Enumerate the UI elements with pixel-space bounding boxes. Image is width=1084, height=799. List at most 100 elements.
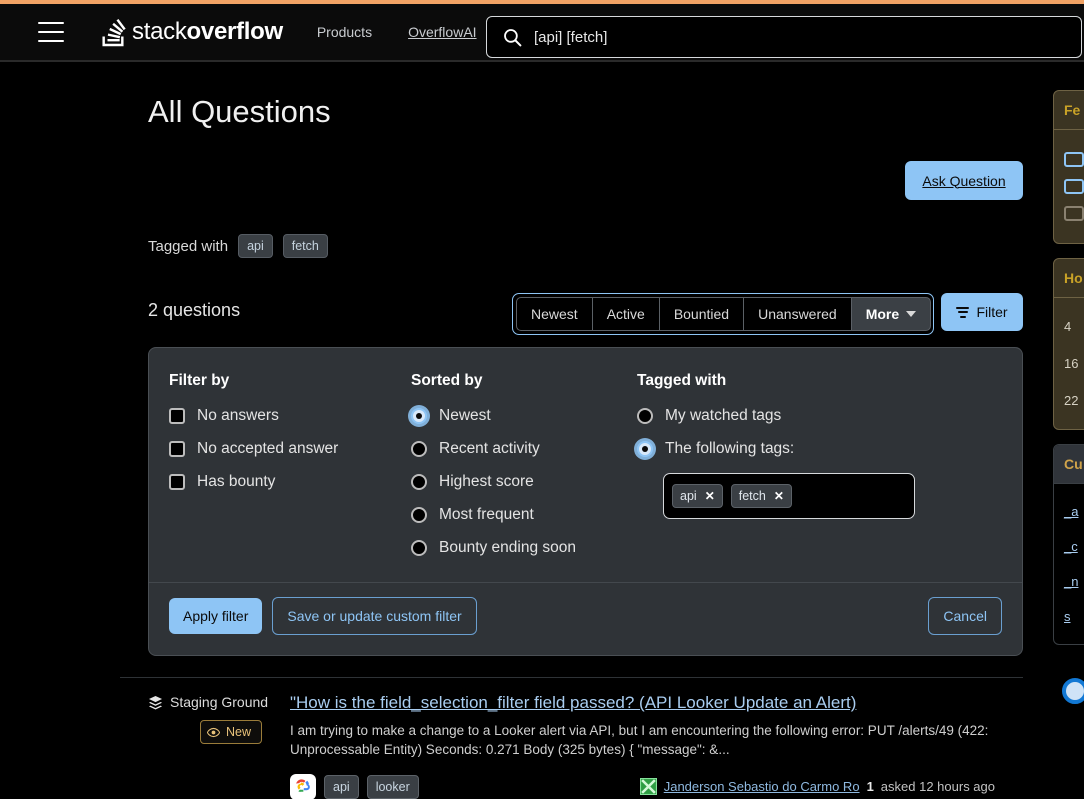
- radio-icon: [411, 507, 427, 523]
- custom-filters-card: Cu _a _c _n s: [1053, 444, 1084, 645]
- nav-products[interactable]: Products: [313, 18, 376, 46]
- radio-most-frequent-label: Most frequent: [439, 506, 534, 523]
- summary-tag-api[interactable]: api: [238, 234, 273, 258]
- hot-network-card-title: Ho: [1054, 259, 1084, 298]
- site-header: stackoverflow Products OverflowAI [api] …: [0, 4, 1084, 62]
- question-tag-looker[interactable]: looker: [366, 774, 419, 799]
- page-title: All Questions: [148, 94, 331, 129]
- apply-filter-button[interactable]: Apply filter: [169, 598, 263, 634]
- author-reputation: 1: [866, 779, 874, 795]
- comment-bubble-icon[interactable]: [1064, 179, 1084, 194]
- radio-newest[interactable]: Newest: [411, 407, 637, 425]
- avatar[interactable]: [639, 778, 657, 796]
- checkbox-icon: [169, 408, 185, 424]
- tab-newest[interactable]: Newest: [516, 297, 593, 331]
- close-icon[interactable]: ✕: [705, 490, 715, 502]
- checkbox-icon: [169, 441, 185, 457]
- save-custom-filter-button[interactable]: Save or update custom filter: [272, 597, 477, 635]
- summary-tag-fetch[interactable]: fetch: [282, 234, 328, 258]
- radio-recent-activity[interactable]: Recent activity: [411, 440, 637, 458]
- checkbox-no-accepted-answer[interactable]: No accepted answer: [169, 440, 411, 458]
- question-tag-list: api looker: [290, 773, 419, 799]
- radio-most-frequent[interactable]: Most frequent: [411, 506, 637, 524]
- question-meta-left: Staging Ground New: [148, 688, 290, 799]
- question-footer: api looker Janderson Sebastio do Carmo R…: [290, 773, 995, 799]
- tagged-with-title: Tagged with: [637, 372, 727, 389]
- filter-button[interactable]: Filter: [941, 293, 1023, 331]
- hot-network-row[interactable]: 22: [1064, 382, 1084, 419]
- nav-overflow-ai[interactable]: OverflowAI: [404, 18, 480, 46]
- radio-following-tags-label: The following tags:: [665, 440, 795, 457]
- comment-bubble-icon[interactable]: [1064, 152, 1084, 167]
- question-title-link[interactable]: "How is the field_selection_filter field…: [290, 692, 856, 713]
- logo-word-overflow: overflow: [186, 18, 284, 45]
- sort-tab-bar: Newest Active Bountied Unanswered More: [512, 293, 935, 335]
- checkbox-no-answers[interactable]: No answers: [169, 407, 411, 425]
- sorted-by-column: Sorted by Newest Recent activity Highest…: [411, 372, 637, 572]
- staging-ground-label: Staging Ground: [170, 694, 269, 710]
- hamburger-icon[interactable]: [38, 22, 64, 42]
- custom-filter-link[interactable]: _a: [1064, 494, 1084, 529]
- tab-bountied[interactable]: Bountied: [658, 297, 745, 331]
- sorted-by-title: Sorted by: [411, 372, 483, 389]
- question-body: "How is the field_selection_filter field…: [290, 688, 995, 799]
- stackoverflow-logo[interactable]: stackoverflow: [100, 17, 283, 47]
- question-excerpt: I am trying to make a change to a Looker…: [290, 723, 989, 758]
- question-list-item: Staging Ground New "How is the field_sel…: [120, 678, 1023, 799]
- cancel-button[interactable]: Cancel: [928, 597, 1002, 635]
- filter-by-title: Filter by: [169, 372, 230, 389]
- checkbox-no-accepted-answer-label: No accepted answer: [197, 440, 339, 457]
- custom-filter-link[interactable]: _n: [1064, 564, 1084, 599]
- question-count: 2 questions: [148, 300, 241, 320]
- ask-question-button[interactable]: Ask Question: [905, 161, 1023, 200]
- custom-filters-card-title: Cu: [1054, 445, 1084, 484]
- radio-following-tags[interactable]: The following tags:: [637, 440, 937, 458]
- radio-my-watched-tags-label: My watched tags: [665, 407, 782, 424]
- tab-more[interactable]: More: [850, 297, 932, 331]
- hot-network-row[interactable]: 4: [1064, 308, 1084, 345]
- tab-unanswered[interactable]: Unanswered: [743, 297, 852, 331]
- filter-by-column: Filter by No answers No accepted answer …: [169, 372, 411, 572]
- stackoverflow-logo-icon: [102, 18, 126, 47]
- close-icon[interactable]: ✕: [774, 490, 784, 502]
- tag-token-fetch[interactable]: fetch ✕: [730, 484, 792, 508]
- checkbox-icon: [169, 474, 185, 490]
- tagged-with-label: Tagged with: [148, 237, 229, 255]
- right-sidebar: Fe Ho 4 16 22 Cu _a _c _n s: [1053, 90, 1084, 659]
- hot-network-row[interactable]: 16: [1064, 345, 1084, 382]
- checkbox-has-bounty-label: Has bounty: [197, 473, 276, 490]
- tag-token-api[interactable]: api ✕: [672, 484, 723, 508]
- filter-panel: Filter by No answers No accepted answer …: [148, 347, 1023, 656]
- radio-icon: [411, 441, 427, 457]
- staging-ground-label-row: Staging Ground: [148, 694, 290, 710]
- tagged-with-summary: Tagged with api fetch: [148, 234, 328, 258]
- status-badge-label: New: [226, 725, 252, 739]
- search-input[interactable]: [api] [fetch]: [486, 16, 1082, 58]
- tab-active[interactable]: Active: [591, 297, 660, 331]
- author-name-link[interactable]: Janderson Sebastio do Carmo Ro: [664, 779, 860, 794]
- featured-card: Fe: [1053, 90, 1084, 244]
- custom-filter-link[interactable]: _c: [1064, 529, 1084, 564]
- staging-ground-icon: [148, 695, 163, 709]
- page-root: stackoverflow Products OverflowAI [api] …: [0, 0, 1084, 799]
- tag-filter-input[interactable]: api ✕ fetch ✕: [663, 473, 915, 519]
- tab-more-label: More: [865, 306, 900, 322]
- status-badge: New: [200, 720, 262, 744]
- hot-network-card-body: 4 16 22: [1054, 298, 1084, 429]
- search-input-value: [api] [fetch]: [534, 28, 608, 46]
- radio-highest-score[interactable]: Highest score: [411, 473, 637, 491]
- custom-filter-link[interactable]: s: [1064, 599, 1084, 634]
- stackoverflow-mini-icon: [1064, 206, 1084, 221]
- filter-panel-columns: Filter by No answers No accepted answer …: [149, 348, 1022, 582]
- filter-panel-actions: Apply filter Save or update custom filte…: [149, 582, 1022, 655]
- tag-token-api-label: api: [680, 489, 697, 503]
- checkbox-no-answers-label: No answers: [197, 407, 279, 424]
- question-tag-api[interactable]: api: [324, 774, 359, 799]
- featured-card-title: Fe: [1054, 91, 1084, 130]
- checkbox-has-bounty[interactable]: Has bounty: [169, 473, 411, 491]
- search-icon: [504, 28, 522, 46]
- radio-icon: [411, 540, 427, 556]
- radio-my-watched-tags[interactable]: My watched tags: [637, 407, 937, 425]
- radio-bounty-ending-soon[interactable]: Bounty ending soon: [411, 539, 637, 557]
- filter-icon: [956, 306, 970, 318]
